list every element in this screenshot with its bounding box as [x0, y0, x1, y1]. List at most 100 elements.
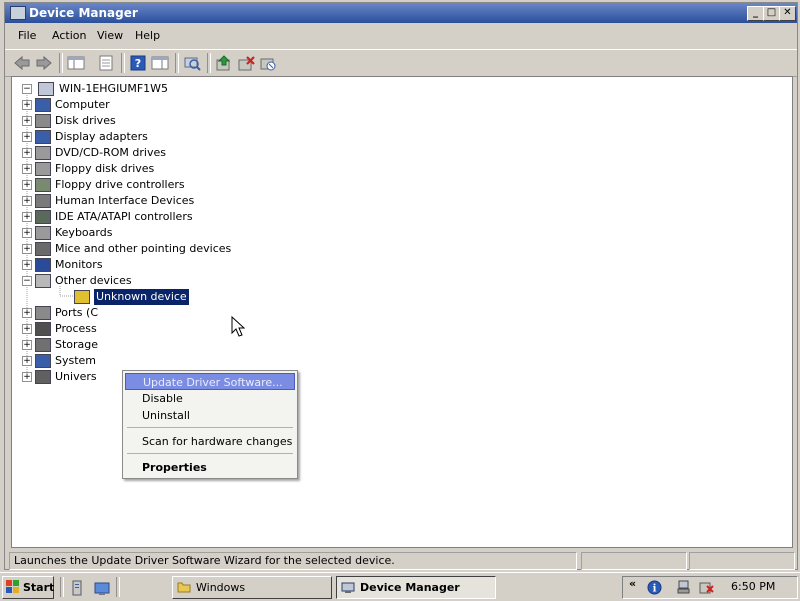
uninstall-icon[interactable]: [237, 55, 255, 71]
toolbar-separator: [207, 53, 211, 73]
start-label: Start: [23, 581, 55, 594]
status-panel: [581, 552, 687, 570]
tree-item-label: Process: [55, 322, 97, 335]
tree-item-label: Floppy disk drives: [55, 162, 155, 175]
uninstall-label: Uninstall: [142, 409, 190, 422]
taskbar-separator: [60, 577, 64, 597]
other-devices-icon: [35, 274, 51, 288]
tree-item-label: Keyboards: [55, 226, 113, 239]
maximize-button[interactable]: □: [763, 6, 780, 21]
title-bar[interactable]: Device Manager _ □ ✕: [5, 3, 797, 23]
toolbar: ?: [5, 49, 797, 77]
menu-action[interactable]: Action: [52, 29, 86, 42]
properties-label: Properties: [142, 461, 207, 474]
taskbar-windows-button[interactable]: Windows: [172, 576, 332, 599]
folder-icon: [177, 582, 191, 593]
keyboard-icon: [35, 226, 51, 240]
toolbar-separator: [59, 53, 63, 73]
tree-item-label: IDE ATA/ATAPI controllers: [55, 210, 193, 223]
close-button[interactable]: ✕: [779, 6, 796, 21]
ide-controller-icon: [35, 210, 51, 224]
status-message: Launches the Update Driver Software Wiza…: [14, 554, 395, 567]
menu-item-uninstall[interactable]: Uninstall: [125, 407, 295, 424]
expand-toggle[interactable]: +: [22, 148, 32, 158]
floppy-disk-icon: [35, 162, 51, 176]
expand-toggle[interactable]: +: [22, 244, 32, 254]
tree-item-label: Univers: [55, 370, 97, 383]
menu-view[interactable]: View: [97, 29, 123, 42]
tree-item-label: Floppy drive controllers: [55, 178, 185, 191]
window-title: Device Manager: [29, 6, 138, 20]
action-pane-icon[interactable]: [151, 55, 169, 71]
server-manager-icon[interactable]: [70, 580, 86, 596]
menu-separator: [127, 453, 293, 454]
system-devices-icon: [35, 354, 51, 368]
unknown-device-icon: [74, 290, 90, 304]
safely-remove-hardware-icon[interactable]: [699, 580, 714, 595]
device-manager-icon: [341, 582, 355, 593]
update-driver-icon[interactable]: [215, 55, 233, 71]
expand-toggle[interactable]: +: [22, 132, 32, 142]
expand-toggle[interactable]: +: [22, 228, 32, 238]
menu-file[interactable]: File: [18, 29, 36, 42]
device-manager-window: Device Manager _ □ ✕ File Action View He…: [4, 2, 798, 570]
tree-item-label: Disk drives: [55, 114, 116, 127]
menu-help[interactable]: Help: [135, 29, 160, 42]
svg-text:?: ?: [135, 57, 141, 70]
taskbar-separator: [116, 577, 120, 597]
menu-item-disable[interactable]: Disable: [125, 390, 295, 407]
show-desktop-icon[interactable]: [94, 580, 110, 596]
expand-toggle[interactable]: +: [22, 324, 32, 334]
dvd-drive-icon: [35, 146, 51, 160]
expand-toggle[interactable]: +: [22, 372, 32, 382]
expand-toggle[interactable]: +: [22, 356, 32, 366]
help-icon[interactable]: ?: [129, 55, 147, 71]
menu-item-properties[interactable]: Properties: [125, 459, 295, 476]
tree-item-label: Computer: [55, 98, 110, 111]
taskbar-windows-label: Windows: [196, 581, 246, 594]
start-button[interactable]: Start: [2, 576, 54, 599]
monitor-icon: [35, 258, 51, 272]
minimize-button[interactable]: _: [747, 6, 764, 21]
processor-icon: [35, 322, 51, 336]
scan-hardware-label: Scan for hardware changes: [142, 435, 293, 448]
collapse-toggle[interactable]: −: [22, 276, 32, 286]
svg-text:i: i: [653, 584, 657, 595]
tree-item-label: Monitors: [55, 258, 103, 271]
expand-toggle[interactable]: +: [22, 164, 32, 174]
taskbar-device-manager-button[interactable]: Device Manager: [336, 576, 496, 599]
expand-toggle[interactable]: +: [22, 180, 32, 190]
menu-separator: [127, 427, 293, 428]
properties-icon[interactable]: [97, 55, 115, 71]
forward-icon[interactable]: [35, 55, 53, 71]
collapse-toggle[interactable]: −: [22, 84, 32, 94]
device-tree[interactable]: − WIN-1EHGIUMF1W5 + Computer + Disk drives +…: [11, 76, 793, 548]
expand-toggle[interactable]: +: [22, 260, 32, 270]
update-driver-label: Update Driver Software...: [143, 376, 283, 389]
menu-item-update-driver[interactable]: Update Driver Software...: [125, 373, 295, 390]
disable-icon[interactable]: [259, 55, 277, 71]
expand-toggle[interactable]: +: [22, 100, 32, 110]
display-adapter-icon: [35, 130, 51, 144]
expand-toggle[interactable]: +: [22, 116, 32, 126]
tray-expand-icon[interactable]: «: [629, 577, 636, 590]
tree-item-label: Unknown device: [94, 289, 189, 305]
status-bar: Launches the Update Driver Software Wiza…: [9, 550, 800, 570]
expand-toggle[interactable]: +: [22, 308, 32, 318]
back-icon[interactable]: [13, 55, 31, 71]
mouse-icon: [35, 242, 51, 256]
menu-item-scan-hardware[interactable]: Scan for hardware changes: [125, 433, 295, 450]
expand-toggle[interactable]: +: [22, 196, 32, 206]
disk-drive-icon: [35, 114, 51, 128]
expand-toggle[interactable]: +: [22, 212, 32, 222]
expand-toggle[interactable]: +: [22, 340, 32, 350]
show-hide-tree-icon[interactable]: [67, 55, 85, 71]
network-icon[interactable]: [677, 580, 691, 595]
scan-hardware-icon[interactable]: [183, 55, 201, 71]
storage-icon: [35, 338, 51, 352]
tree-item-label: Human Interface Devices: [55, 194, 195, 207]
tree-item-label: Display adapters: [55, 130, 148, 143]
info-icon[interactable]: i: [647, 580, 662, 595]
tree-item-label: DVD/CD-ROM drives: [55, 146, 166, 159]
toolbar-separator: [121, 53, 125, 73]
